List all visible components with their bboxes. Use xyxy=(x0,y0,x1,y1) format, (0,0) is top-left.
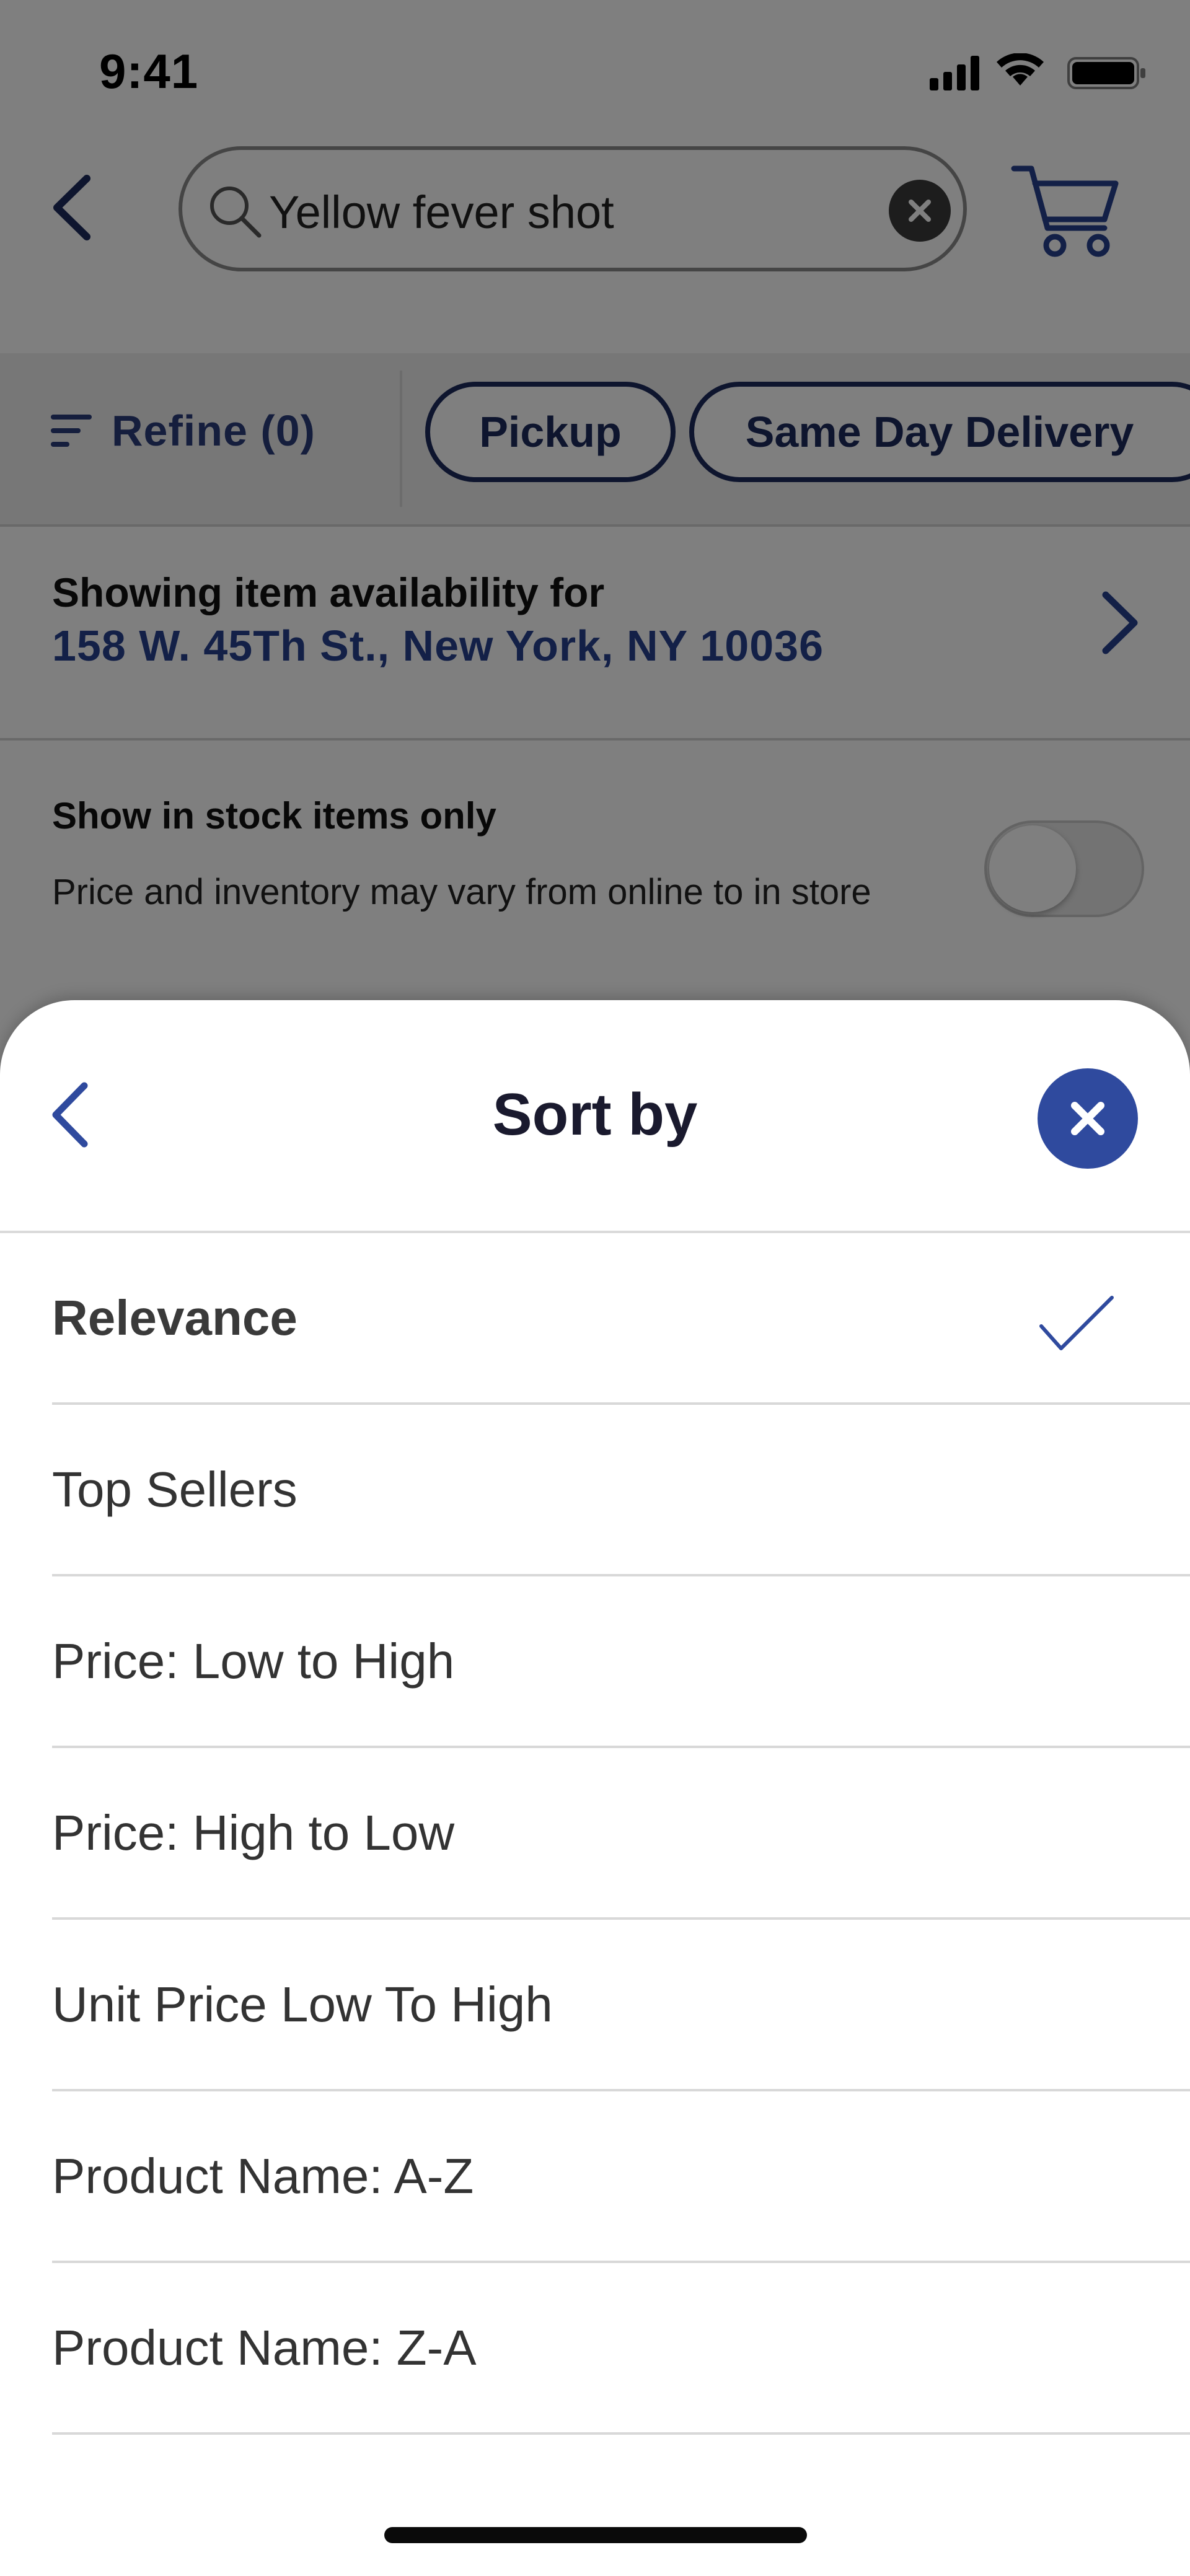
close-sheet-button[interactable] xyxy=(1038,1068,1138,1169)
sort-option-unit-price[interactable]: Unit Price Low To High xyxy=(52,1920,1190,2091)
sort-option-name-z-a[interactable]: Product Name: Z-A xyxy=(52,2263,1190,2435)
sort-sheet: Sort by Relevance Top Sellers Price: Low… xyxy=(0,1000,1190,2576)
sort-option-label: Relevance xyxy=(52,1290,298,1345)
checkmark-icon xyxy=(1039,1296,1114,1350)
sort-option-top-sellers[interactable]: Top Sellers xyxy=(52,1405,1190,1576)
sort-option-label: Price: Low to High xyxy=(52,1633,455,1689)
sort-options-list: Relevance Top Sellers Price: Low to High… xyxy=(52,1233,1190,2435)
sort-option-price-low-high[interactable]: Price: Low to High xyxy=(52,1576,1190,1748)
sheet-title: Sort by xyxy=(492,1081,698,1148)
sort-option-label: Product Name: A-Z xyxy=(52,2148,474,2204)
sort-option-name-a-z[interactable]: Product Name: A-Z xyxy=(52,2091,1190,2263)
sort-option-label: Price: High to Low xyxy=(52,1805,455,1860)
sort-option-price-high-low[interactable]: Price: High to Low xyxy=(52,1748,1190,1920)
sort-option-relevance[interactable]: Relevance xyxy=(52,1233,1190,1405)
sort-option-label: Product Name: Z-A xyxy=(52,2319,477,2375)
sort-option-label: Unit Price Low To High xyxy=(52,1976,553,2032)
home-indicator[interactable] xyxy=(384,2527,807,2543)
sort-option-label: Top Sellers xyxy=(52,1461,298,1517)
close-icon xyxy=(1071,1102,1104,1135)
